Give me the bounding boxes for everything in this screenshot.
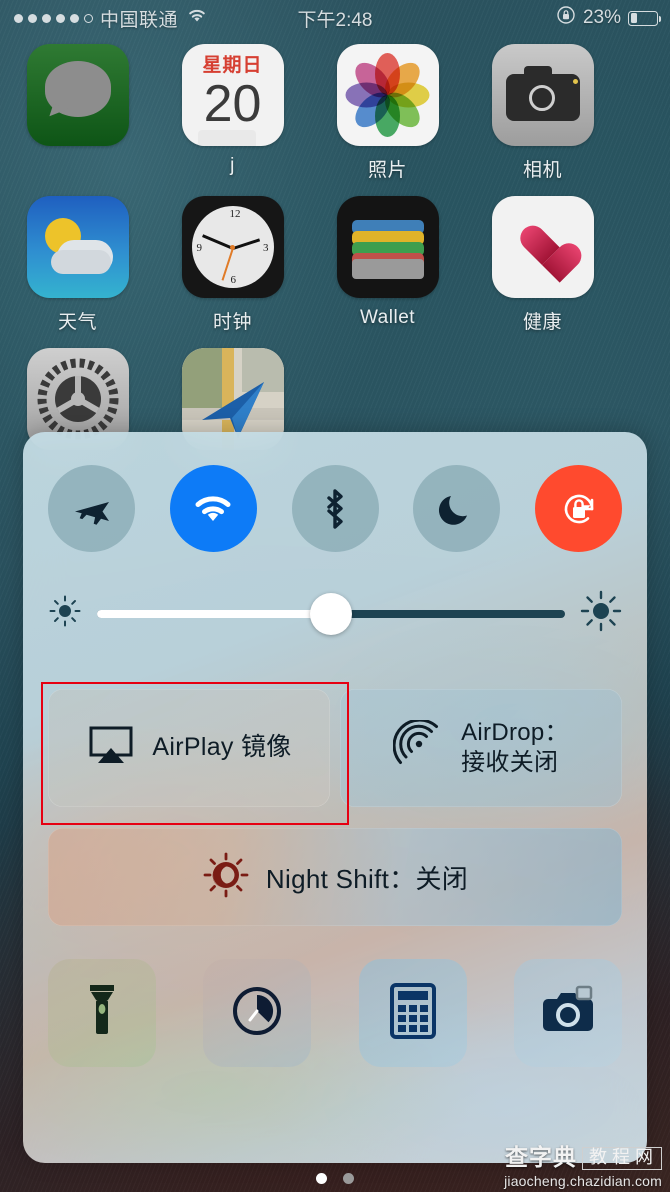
airdrop-icon <box>392 718 445 777</box>
app-health[interactable]: 健康 <box>465 196 620 334</box>
calendar-icon: 星期日 20 <box>181 44 284 146</box>
home-screen-app-grid: 星期日 20 j 照片 相机 天气 12 3 6 9 时钟 Wallet 健康 <box>0 44 670 473</box>
airplane-mode-toggle[interactable] <box>48 465 135 552</box>
brightness-slider[interactable] <box>48 590 622 637</box>
rotation-lock-toggle[interactable] <box>535 465 622 552</box>
shortcut-row <box>48 959 622 1067</box>
calendar-weekday: 星期日 <box>202 55 263 76</box>
watermark-brand: 查字典 <box>505 1145 577 1171</box>
app-label: 健康 <box>522 312 562 333</box>
flashlight-button[interactable] <box>48 959 156 1067</box>
do-not-disturb-toggle[interactable] <box>413 465 501 552</box>
app-messages[interactable] <box>0 44 155 182</box>
photos-icon <box>336 44 439 146</box>
airdrop-label-line1: AirDrop： <box>461 719 569 746</box>
toggle-row <box>48 432 622 552</box>
wifi-toggle[interactable] <box>169 465 257 552</box>
airdrop-label: AirDrop： 接收关闭 <box>461 718 569 778</box>
brightness-knob[interactable] <box>310 592 352 635</box>
timer-icon <box>230 984 284 1043</box>
airplay-icon <box>86 724 136 773</box>
app-label: 天气 <box>57 312 97 333</box>
health-icon <box>491 196 594 298</box>
watermark-url: jiaocheng.chazidian.com <box>504 1173 662 1189</box>
app-weather[interactable]: 天气 <box>0 196 155 334</box>
app-label: 照片 <box>367 160 407 181</box>
night-shift-label: Night Shift：关闭 <box>265 863 469 894</box>
camera-button[interactable] <box>513 959 622 1067</box>
app-row: 天气 12 3 6 9 时钟 Wallet 健康 <box>0 196 670 348</box>
timer-button[interactable] <box>203 959 312 1067</box>
calculator-button[interactable] <box>358 959 467 1067</box>
page-dot-active[interactable] <box>316 1173 327 1184</box>
camera-icon <box>491 44 594 146</box>
battery-icon <box>628 10 661 26</box>
weather-icon <box>26 196 129 298</box>
app-calendar[interactable]: 星期日 20 j <box>155 44 310 182</box>
sun-small-icon <box>48 594 82 633</box>
clock-label: 下午2:48 <box>297 9 373 31</box>
calendar-day-number: 20 <box>203 75 262 133</box>
control-center-panel: AirPlay 镜像 AirDrop： 接收关闭 Night Shift：关闭 <box>23 432 647 1163</box>
sun-large-icon <box>580 590 622 637</box>
brightness-fill <box>97 609 331 618</box>
app-photos[interactable]: 照片 <box>310 44 465 182</box>
app-clock[interactable]: 12 3 6 9 时钟 <box>155 196 310 334</box>
bluetooth-toggle[interactable] <box>291 465 379 552</box>
airdrop-button[interactable]: AirDrop： 接收关闭 <box>340 689 622 807</box>
airplane-icon <box>71 488 113 530</box>
page-dot[interactable] <box>343 1173 354 1184</box>
watermark-section: 教程网 <box>582 1147 662 1170</box>
bluetooth-icon <box>320 487 350 531</box>
rotation-lock-icon <box>556 486 602 532</box>
night-shift-button[interactable]: Night Shift：关闭 <box>48 828 622 926</box>
app-label: j <box>230 155 235 176</box>
app-row: 星期日 20 j 照片 相机 <box>0 44 670 196</box>
app-wallet[interactable]: Wallet <box>310 196 465 334</box>
watermark: 查字典 教程网 jiaocheng.chazidian.com <box>504 1147 662 1188</box>
status-bar: 中国联通 下午2:48 23% <box>0 0 670 36</box>
app-label: Wallet <box>359 307 416 328</box>
wifi-icon <box>190 491 236 527</box>
messages-icon <box>26 44 129 146</box>
camera-icon <box>539 985 597 1042</box>
airdrop-label-line2: 接收关闭 <box>461 749 559 776</box>
airplay-mirroring-button[interactable]: AirPlay 镜像 <box>48 689 330 807</box>
airplay-label: AirPlay 镜像 <box>152 733 292 762</box>
night-shift-icon <box>202 851 250 904</box>
wallet-icon <box>336 196 439 298</box>
moon-icon <box>438 490 476 528</box>
app-label: 相机 <box>522 160 562 181</box>
app-label: 时钟 <box>212 312 252 333</box>
brightness-track[interactable] <box>97 592 565 635</box>
airplay-airdrop-row: AirPlay 镜像 AirDrop： 接收关闭 <box>48 689 622 807</box>
clock-icon: 12 3 6 9 <box>181 196 284 298</box>
calculator-icon <box>389 982 436 1044</box>
app-camera[interactable]: 相机 <box>465 44 620 182</box>
flashlight-icon <box>79 982 125 1045</box>
